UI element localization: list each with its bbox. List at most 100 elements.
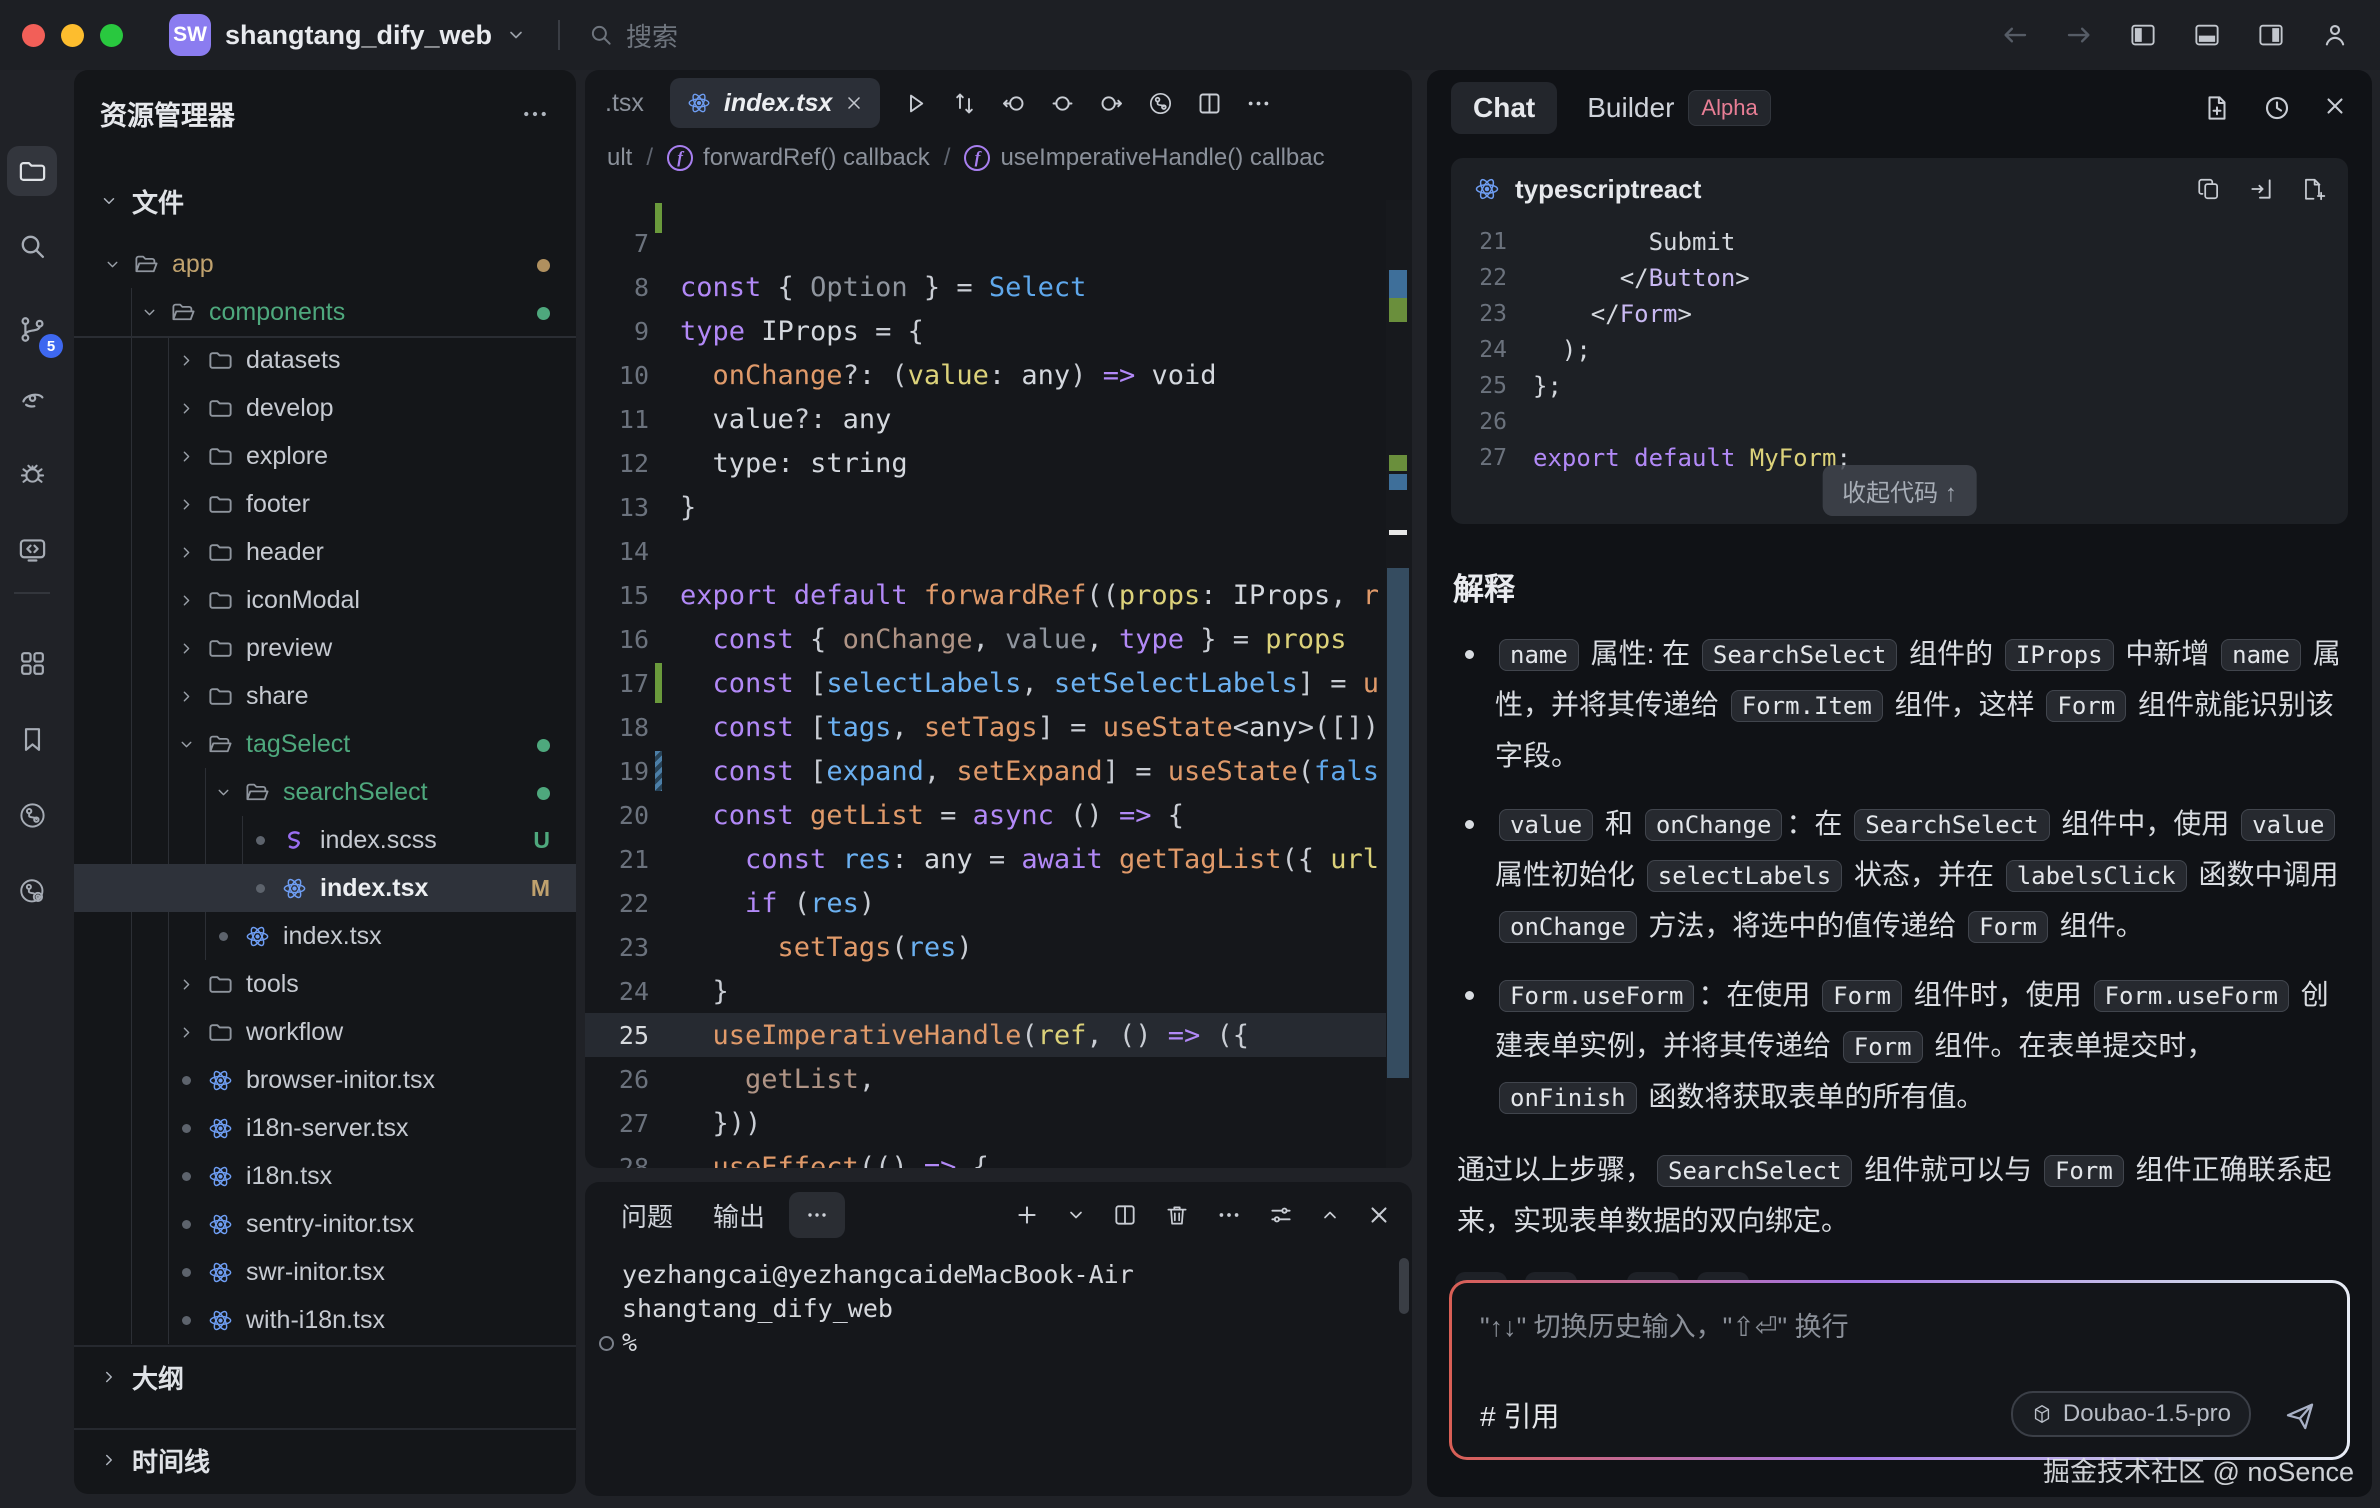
tree-file-swr-initor.tsx[interactable]: swr-initor.tsx xyxy=(74,1248,576,1296)
toggle-bottom-panel-button[interactable] xyxy=(2192,20,2222,50)
tree-folder-datasets[interactable]: datasets xyxy=(74,336,576,384)
tree-file-index.scss[interactable]: index.scssU xyxy=(74,816,576,864)
create-file-button[interactable] xyxy=(2300,176,2326,202)
partial-tab[interactable]: .tsx xyxy=(605,89,644,118)
close-chat-icon[interactable] xyxy=(2322,93,2348,119)
explorer-more-button[interactable] xyxy=(520,99,550,129)
close-panel-icon[interactable] xyxy=(1366,1202,1392,1228)
run-button[interactable] xyxy=(902,90,929,117)
close-window-button[interactable] xyxy=(22,24,45,47)
chat-input[interactable]: "↑↓" 切换历史输入，"⇧⏎" 换行 # 引用 Doubao-1.5-pro xyxy=(1452,1283,2347,1457)
code-area[interactable]: 78const { Option } = Select9type IProps … xyxy=(585,221,1412,1168)
terminal-settings-button[interactable] xyxy=(1268,1202,1294,1228)
editor-more-button[interactable] xyxy=(1245,90,1272,117)
outline-section-header[interactable]: 大纲 xyxy=(74,1353,576,1401)
toggle-left-panel-button[interactable] xyxy=(2128,20,2158,50)
insert-code-button[interactable] xyxy=(2248,176,2274,202)
nav-circle-button[interactable] xyxy=(1049,90,1076,117)
tab-output[interactable]: 输出 xyxy=(697,1197,781,1234)
timeline-section-header[interactable]: 时间线 xyxy=(74,1436,576,1484)
tree-label: index.scss xyxy=(320,826,437,855)
tab-builder[interactable]: Builder xyxy=(1587,92,1674,124)
activity-item-project-graph-settings[interactable] xyxy=(7,866,57,916)
activity-item-project-graph[interactable] xyxy=(7,790,57,840)
nav-back-button[interactable] xyxy=(2000,20,2030,50)
new-chat-button[interactable] xyxy=(2202,93,2232,123)
nav-forward-circle-button[interactable] xyxy=(1098,90,1125,117)
tree-folder-searchSelect[interactable]: searchSelect xyxy=(74,768,576,816)
collapse-code-button[interactable]: 收起代码 ↑ xyxy=(1822,465,1977,516)
tree-file-sentry-initor.tsx[interactable]: sentry-initor.tsx xyxy=(74,1200,576,1248)
tree-folder-app[interactable]: app xyxy=(74,240,576,288)
activity-item-debug[interactable] xyxy=(7,448,57,498)
tab-chat[interactable]: Chat xyxy=(1451,82,1557,134)
reference-button[interactable]: # 引用 xyxy=(1480,1395,1559,1435)
breadcrumb-item[interactable]: ult xyxy=(607,144,632,172)
terminal-scrollbar[interactable] xyxy=(1399,1258,1409,1314)
maximize-panel-icon[interactable] xyxy=(1320,1205,1340,1225)
minimize-window-button[interactable] xyxy=(61,24,84,47)
line-number: 22 xyxy=(585,889,649,918)
tab-problems[interactable]: 问题 xyxy=(605,1197,689,1234)
terminal-dropdown-icon[interactable] xyxy=(1066,1205,1086,1225)
tree-file-i18n.tsx[interactable]: i18n.tsx xyxy=(74,1152,576,1200)
activity-item-terminal[interactable] xyxy=(7,524,57,574)
project-switcher[interactable]: SW shangtang_dify_web xyxy=(169,14,526,56)
gutter xyxy=(649,309,680,353)
activity-item-bookmarks[interactable] xyxy=(7,714,57,764)
activity-item-search[interactable] xyxy=(7,221,57,271)
files-section-header[interactable]: 文件 xyxy=(74,177,576,225)
kill-terminal-button[interactable] xyxy=(1164,1202,1190,1228)
terminal-more-button[interactable] xyxy=(1216,1202,1242,1228)
activity-item-source-control[interactable]: 5 xyxy=(7,304,57,354)
toggle-right-panel-button[interactable] xyxy=(2256,20,2286,50)
branch-circle-button[interactable] xyxy=(1147,90,1174,117)
model-selector[interactable]: Doubao-1.5-pro xyxy=(2011,1391,2251,1437)
maximize-window-button[interactable] xyxy=(100,24,123,47)
code-line-10: 10 onChange?: (value: any) => void xyxy=(585,353,1412,397)
breadcrumb[interactable]: ult/fforwardRef() callback/fuseImperativ… xyxy=(585,136,1412,180)
account-icon[interactable] xyxy=(2320,20,2350,50)
panel-tabs-more-button[interactable] xyxy=(789,1192,845,1238)
tree-file-index.tsx[interactable]: index.tsx xyxy=(74,912,576,960)
copy-code-button[interactable] xyxy=(2196,176,2222,202)
tree-folder-components[interactable]: components xyxy=(74,288,576,336)
global-search[interactable]: 搜索 xyxy=(588,17,678,54)
tree-folder-tagSelect[interactable]: tagSelect xyxy=(74,720,576,768)
tree-folder-header[interactable]: header xyxy=(74,528,576,576)
new-terminal-button[interactable] xyxy=(1014,1202,1040,1228)
code-text: if (res) xyxy=(680,888,875,919)
close-tab-icon[interactable] xyxy=(844,93,864,113)
tab-index-tsx[interactable]: index.tsx xyxy=(670,78,880,128)
tree-folder-footer[interactable]: footer xyxy=(74,480,576,528)
breadcrumb-item[interactable]: useImperativeHandle() callbac xyxy=(1000,144,1324,172)
breadcrumb-item[interactable]: forwardRef() callback xyxy=(703,144,930,172)
send-button[interactable] xyxy=(2283,1399,2317,1433)
activity-item-extensions[interactable] xyxy=(7,638,57,688)
tree-folder-tools[interactable]: tools xyxy=(74,960,576,1008)
tree-file-browser-initor.tsx[interactable]: browser-initor.tsx xyxy=(74,1056,576,1104)
nav-back-circle-button[interactable] xyxy=(1000,90,1027,117)
chat-history-button[interactable] xyxy=(2262,93,2292,123)
tree-folder-share[interactable]: share xyxy=(74,672,576,720)
tree-folder-develop[interactable]: develop xyxy=(74,384,576,432)
tree-file-index.tsx[interactable]: index.tsxM xyxy=(74,864,576,912)
gutter xyxy=(649,1145,680,1168)
tree-folder-preview[interactable]: preview xyxy=(74,624,576,672)
tree-folder-explore[interactable]: explore xyxy=(74,432,576,480)
line-number: 8 xyxy=(585,273,649,302)
nav-forward-button[interactable] xyxy=(2064,20,2094,50)
split-editor-button[interactable] xyxy=(1196,90,1223,117)
tree-folder-workflow[interactable]: workflow xyxy=(74,1008,576,1056)
activity-item-remote-preview[interactable] xyxy=(7,372,57,422)
overview-ruler[interactable] xyxy=(1386,200,1412,1168)
tree-file-i18n-server.tsx[interactable]: i18n-server.tsx xyxy=(74,1104,576,1152)
inline-code-chip: Form xyxy=(1843,1031,1923,1063)
tree-folder-iconModal[interactable]: iconModal xyxy=(74,576,576,624)
activity-item-explorer[interactable] xyxy=(7,146,57,196)
terminal-output[interactable]: yezhangcai@yezhangcaideMacBook-Air shang… xyxy=(585,1248,1412,1360)
compare-changes-button[interactable] xyxy=(951,90,978,117)
tree-file-with-i18n.tsx[interactable]: with-i18n.tsx xyxy=(74,1296,576,1344)
split-terminal-button[interactable] xyxy=(1112,1202,1138,1228)
scrollbar-thumb[interactable] xyxy=(1387,568,1409,1078)
